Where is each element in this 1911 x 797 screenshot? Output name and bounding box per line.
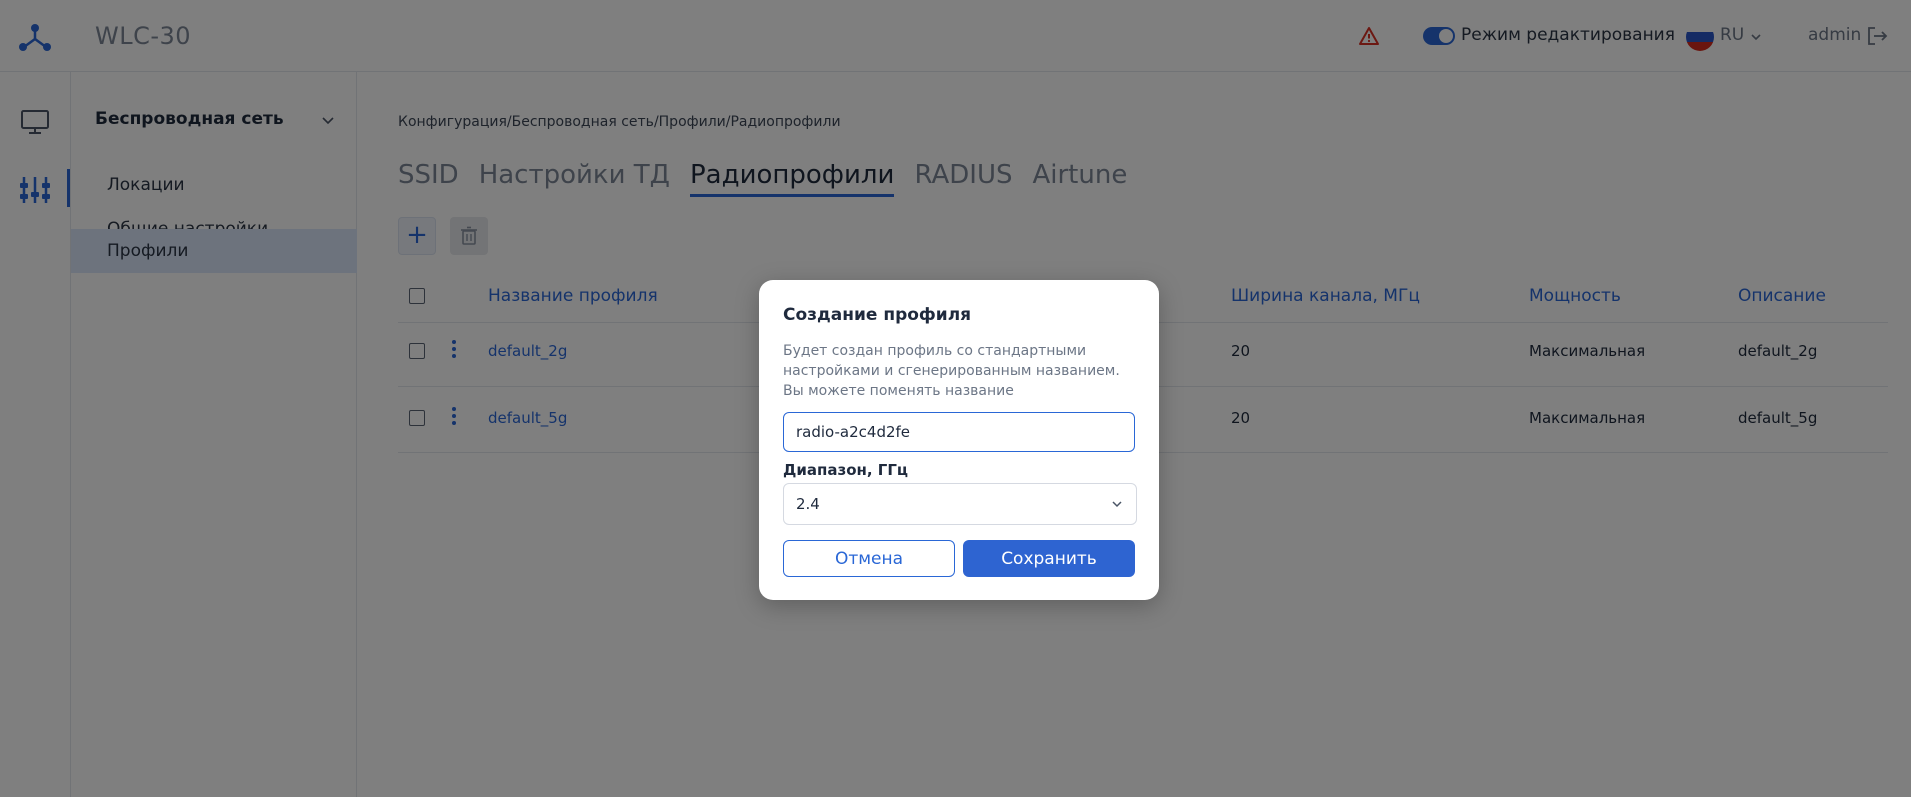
range-label: Диапазон, ГГц <box>783 461 909 479</box>
cancel-button[interactable]: Отмена <box>783 540 955 577</box>
dialog-title: Создание профиля <box>783 305 972 325</box>
chevron-down-icon <box>1112 501 1122 508</box>
profile-name-input[interactable] <box>783 412 1135 452</box>
range-select-value: 2.4 <box>796 495 820 513</box>
dialog-description: Будет создан профиль со стандартными нас… <box>783 343 1120 399</box>
range-select[interactable]: 2.4 <box>783 483 1137 525</box>
create-profile-dialog: Создание профиля Будет создан профиль со… <box>759 280 1159 600</box>
save-button[interactable]: Сохранить <box>963 540 1135 577</box>
